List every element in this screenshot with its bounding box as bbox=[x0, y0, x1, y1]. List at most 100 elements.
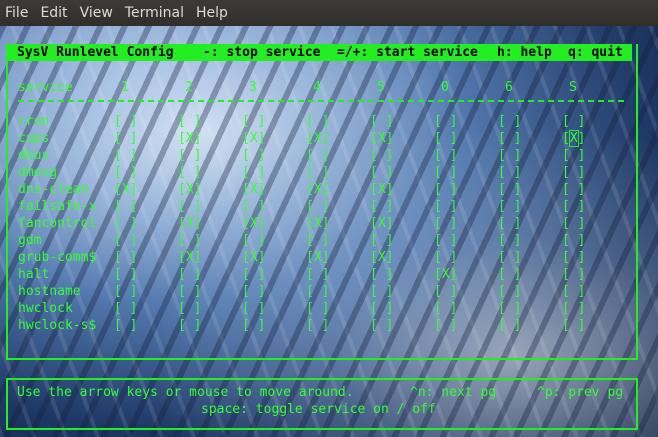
runlevel-checkbox[interactable]: [ ] bbox=[370, 147, 393, 164]
runlevel-checkbox[interactable]: [ ] bbox=[562, 300, 585, 317]
runlevel-checkbox[interactable]: [ ] bbox=[306, 232, 329, 249]
runlevel-checkbox[interactable]: [ ] bbox=[178, 317, 201, 334]
runlevel-checkbox[interactable]: [ ] bbox=[306, 317, 329, 334]
runlevel-checkbox[interactable]: [ ] bbox=[306, 198, 329, 215]
runlevel-checkbox[interactable]: [X] bbox=[306, 215, 329, 232]
runlevel-checkbox[interactable]: [X] bbox=[306, 181, 329, 198]
runlevel-checkbox[interactable]: [ ] bbox=[434, 283, 457, 300]
runlevel-checkbox[interactable]: [ ] bbox=[562, 164, 585, 181]
runlevel-checkbox[interactable]: [ ] bbox=[434, 164, 457, 181]
runlevel-checkbox[interactable]: [ ] bbox=[306, 147, 329, 164]
runlevel-checkbox[interactable]: [ ] bbox=[498, 198, 521, 215]
runlevel-checkbox[interactable]: [ ] bbox=[114, 164, 137, 181]
menu-terminal[interactable]: Terminal bbox=[119, 0, 190, 26]
menu-edit[interactable]: Edit bbox=[34, 0, 73, 26]
runlevel-checkbox[interactable]: [ ] bbox=[370, 283, 393, 300]
runlevel-checkbox[interactable]: [ ] bbox=[498, 300, 521, 317]
runlevel-checkbox[interactable]: [ ] bbox=[178, 198, 201, 215]
runlevel-checkbox[interactable]: [ ] bbox=[114, 317, 137, 334]
menu-help[interactable]: Help bbox=[190, 0, 234, 26]
runlevel-checkbox[interactable]: [X] bbox=[178, 215, 201, 232]
runlevel-checkbox[interactable]: [ ] bbox=[114, 266, 137, 283]
runlevel-checkbox[interactable]: [ ] bbox=[242, 113, 265, 130]
runlevel-checkbox[interactable]: [ ] bbox=[562, 215, 585, 232]
runlevel-checkbox[interactable]: [ ] bbox=[178, 164, 201, 181]
menu-file[interactable]: File bbox=[0, 0, 34, 26]
runlevel-checkbox[interactable]: [ ] bbox=[562, 198, 585, 215]
runlevel-checkbox[interactable]: [ ] bbox=[370, 317, 393, 334]
runlevel-checkbox[interactable]: [ ] bbox=[178, 232, 201, 249]
runlevel-checkbox[interactable]: [ ] bbox=[498, 232, 521, 249]
runlevel-checkbox[interactable]: [ ] bbox=[434, 198, 457, 215]
runlevel-checkbox[interactable]: [ ] bbox=[370, 113, 393, 130]
runlevel-checkbox[interactable]: [X] bbox=[242, 181, 265, 198]
runlevel-checkbox[interactable]: [ ] bbox=[498, 181, 521, 198]
runlevel-checkbox[interactable]: [X] bbox=[242, 249, 265, 266]
runlevel-checkbox[interactable]: [ ] bbox=[434, 300, 457, 317]
runlevel-checkbox[interactable]: [ ] bbox=[114, 249, 137, 266]
runlevel-checkbox[interactable]: [ ] bbox=[370, 300, 393, 317]
runlevel-checkbox[interactable]: [X] bbox=[370, 130, 393, 147]
runlevel-checkbox[interactable]: [ ] bbox=[498, 283, 521, 300]
runlevel-checkbox[interactable]: [ ] bbox=[178, 266, 201, 283]
runlevel-checkbox[interactable]: [ ] bbox=[434, 215, 457, 232]
runlevel-checkbox[interactable]: [ ] bbox=[562, 317, 585, 334]
runlevel-checkbox[interactable]: [ ] bbox=[114, 215, 137, 232]
runlevel-checkbox[interactable]: [ ] bbox=[498, 164, 521, 181]
runlevel-checkbox[interactable]: [ ] bbox=[562, 113, 585, 130]
runlevel-checkbox[interactable]: [X] bbox=[370, 181, 393, 198]
runlevel-checkbox[interactable]: [ ] bbox=[370, 198, 393, 215]
runlevel-checkbox[interactable]: [X] bbox=[562, 130, 585, 147]
runlevel-checkbox[interactable]: [ ] bbox=[434, 232, 457, 249]
runlevel-checkbox[interactable]: [ ] bbox=[306, 164, 329, 181]
runlevel-checkbox[interactable]: [ ] bbox=[242, 147, 265, 164]
runlevel-checkbox[interactable]: [X] bbox=[242, 130, 265, 147]
runlevel-checkbox[interactable]: [ ] bbox=[562, 266, 585, 283]
runlevel-checkbox[interactable]: [ ] bbox=[178, 113, 201, 130]
runlevel-checkbox[interactable]: [ ] bbox=[434, 181, 457, 198]
runlevel-checkbox[interactable]: [ ] bbox=[114, 130, 137, 147]
runlevel-checkbox[interactable]: [ ] bbox=[498, 249, 521, 266]
runlevel-checkbox[interactable]: [ ] bbox=[498, 266, 521, 283]
runlevel-checkbox[interactable]: [ ] bbox=[178, 283, 201, 300]
runlevel-checkbox[interactable]: [X] bbox=[306, 130, 329, 147]
runlevel-checkbox[interactable]: [ ] bbox=[434, 113, 457, 130]
runlevel-checkbox[interactable]: [ ] bbox=[562, 147, 585, 164]
runlevel-checkbox[interactable]: [ ] bbox=[434, 147, 457, 164]
runlevel-checkbox[interactable]: [ ] bbox=[242, 300, 265, 317]
runlevel-checkbox[interactable]: [X] bbox=[178, 130, 201, 147]
runlevel-checkbox[interactable]: [ ] bbox=[242, 317, 265, 334]
runlevel-checkbox[interactable]: [ ] bbox=[306, 283, 329, 300]
runlevel-checkbox[interactable]: [ ] bbox=[114, 198, 137, 215]
runlevel-checkbox[interactable]: [ ] bbox=[562, 283, 585, 300]
runlevel-checkbox[interactable]: [ ] bbox=[562, 232, 585, 249]
runlevel-checkbox[interactable]: [X] bbox=[306, 249, 329, 266]
runlevel-checkbox[interactable]: [ ] bbox=[114, 113, 137, 130]
runlevel-checkbox[interactable]: [ ] bbox=[562, 181, 585, 198]
terminal-window[interactable]: SysV Runlevel Config -: stop service =/+… bbox=[0, 26, 658, 437]
runlevel-checkbox[interactable]: [X] bbox=[242, 215, 265, 232]
runlevel-checkbox[interactable]: [ ] bbox=[306, 266, 329, 283]
runlevel-checkbox[interactable]: [ ] bbox=[242, 164, 265, 181]
runlevel-checkbox[interactable]: [ ] bbox=[114, 147, 137, 164]
runlevel-checkbox[interactable]: [ ] bbox=[434, 317, 457, 334]
runlevel-checkbox[interactable]: [ ] bbox=[178, 147, 201, 164]
runlevel-checkbox[interactable]: [X] bbox=[178, 249, 201, 266]
runlevel-checkbox[interactable]: [ ] bbox=[242, 283, 265, 300]
runlevel-checkbox[interactable]: [ ] bbox=[242, 266, 265, 283]
runlevel-checkbox[interactable]: [ ] bbox=[498, 317, 521, 334]
runlevel-checkbox[interactable]: [ ] bbox=[178, 300, 201, 317]
runlevel-checkbox[interactable]: [ ] bbox=[498, 147, 521, 164]
runlevel-checkbox[interactable]: [X] bbox=[370, 249, 393, 266]
runlevel-checkbox[interactable]: [ ] bbox=[114, 300, 137, 317]
runlevel-checkbox[interactable]: [ ] bbox=[370, 164, 393, 181]
runlevel-checkbox[interactable]: [ ] bbox=[562, 249, 585, 266]
runlevel-checkbox[interactable]: [ ] bbox=[498, 113, 521, 130]
runlevel-checkbox[interactable]: [X] bbox=[434, 266, 457, 283]
runlevel-checkbox[interactable]: [ ] bbox=[434, 249, 457, 266]
runlevel-checkbox[interactable]: [ ] bbox=[306, 113, 329, 130]
runlevel-checkbox[interactable]: [X] bbox=[114, 181, 137, 198]
runlevel-checkbox[interactable]: [ ] bbox=[498, 130, 521, 147]
runlevel-checkbox[interactable]: [ ] bbox=[114, 232, 137, 249]
runlevel-checkbox[interactable]: [ ] bbox=[306, 300, 329, 317]
